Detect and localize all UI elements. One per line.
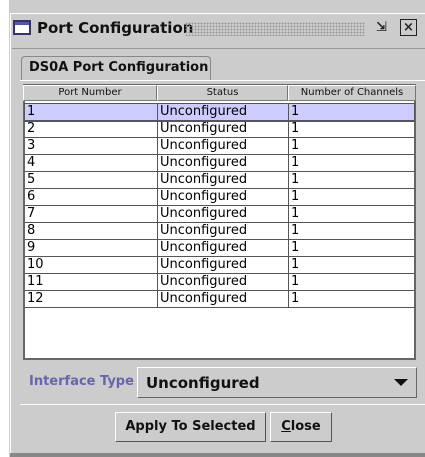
port-number-cell: 1 bbox=[25, 104, 158, 120]
channels-cell: 1 bbox=[291, 291, 300, 306]
table-row[interactable]: 3 Unconfigured 1 bbox=[25, 138, 414, 155]
window-icon bbox=[13, 20, 31, 35]
title-bar-grip bbox=[185, 22, 365, 36]
channels-cell: 1 bbox=[291, 223, 300, 238]
close-button[interactable]: Close bbox=[270, 412, 332, 442]
channels-cell: 1 bbox=[291, 206, 300, 221]
column-header-status[interactable]: Status bbox=[157, 85, 288, 101]
close-button-label: Close bbox=[281, 419, 321, 434]
port-number-cell: 6 bbox=[25, 189, 158, 205]
channels-cell: 1 bbox=[291, 155, 300, 170]
channels-cell: 1 bbox=[291, 121, 300, 136]
dropdown-arrow-icon bbox=[394, 379, 408, 386]
port-number-cell: 12 bbox=[25, 291, 158, 307]
channels-cell: 1 bbox=[291, 104, 300, 119]
status-cell: Unconfigured bbox=[158, 189, 289, 205]
port-number-cell: 2 bbox=[25, 121, 158, 137]
table-row[interactable]: 8 Unconfigured 1 bbox=[25, 223, 414, 240]
status-cell: Unconfigured bbox=[158, 291, 289, 307]
column-header-number-of-channels[interactable]: Number of Channels bbox=[288, 85, 416, 101]
desktop-edge bbox=[0, 0, 9, 457]
status-cell: Unconfigured bbox=[158, 274, 289, 290]
title-divider bbox=[12, 48, 425, 49]
table-row[interactable]: 6 Unconfigured 1 bbox=[25, 189, 414, 206]
port-number-cell: 7 bbox=[25, 206, 158, 222]
interface-type-select[interactable]: Unconfigured bbox=[137, 367, 417, 398]
channels-cell: 1 bbox=[291, 138, 300, 153]
interface-type-label: Interface Type bbox=[29, 374, 134, 389]
port-number-cell: 3 bbox=[25, 138, 158, 154]
status-cell: Unconfigured bbox=[158, 257, 289, 273]
port-number-cell: 8 bbox=[25, 223, 158, 239]
table-row[interactable]: 5 Unconfigured 1 bbox=[25, 172, 414, 189]
port-number-cell: 11 bbox=[25, 274, 158, 290]
table-row[interactable]: 1 Unconfigured 1 bbox=[24, 103, 415, 122]
interface-type-value: Unconfigured bbox=[146, 374, 260, 392]
status-cell: Unconfigured bbox=[158, 172, 289, 188]
table-row[interactable]: 4 Unconfigured 1 bbox=[25, 155, 414, 172]
button-separator bbox=[20, 404, 425, 405]
channels-cell: 1 bbox=[291, 240, 300, 255]
table-row[interactable]: 11 Unconfigured 1 bbox=[25, 274, 414, 291]
port-number-cell: 10 bbox=[25, 257, 158, 273]
status-cell: Unconfigured bbox=[158, 155, 289, 171]
status-cell: Unconfigured bbox=[158, 223, 289, 239]
channels-cell: 1 bbox=[291, 172, 300, 187]
close-icon[interactable]: × bbox=[400, 19, 417, 36]
restore-icon[interactable]: ⇲ bbox=[376, 20, 394, 36]
status-cell: Unconfigured bbox=[158, 104, 289, 120]
port-number-cell: 4 bbox=[25, 155, 158, 171]
channels-cell: 1 bbox=[291, 257, 300, 272]
status-cell: Unconfigured bbox=[158, 206, 289, 222]
status-cell: Unconfigured bbox=[158, 121, 289, 137]
tab-ds0a-port-configuration[interactable]: DS0A Port Configuration bbox=[21, 56, 211, 80]
column-header-port-number[interactable]: Port Number bbox=[23, 85, 157, 101]
table-row[interactable]: 12 Unconfigured 1 bbox=[25, 291, 414, 308]
table-row[interactable]: 7 Unconfigured 1 bbox=[25, 206, 414, 223]
port-number-cell: 5 bbox=[25, 172, 158, 188]
table-row[interactable]: 2 Unconfigured 1 bbox=[25, 121, 414, 138]
window-title: Port Configuration bbox=[37, 19, 194, 37]
status-cell: Unconfigured bbox=[158, 240, 289, 256]
channels-cell: 1 bbox=[291, 189, 300, 204]
window-bottom-edge bbox=[10, 453, 425, 457]
table-row[interactable]: 9 Unconfigured 1 bbox=[25, 240, 414, 257]
port-number-cell: 9 bbox=[25, 240, 158, 256]
table-body: 1 Unconfigured 1 2 Unconfigured 1 3 Unconfigure… bbox=[24, 103, 415, 308]
status-cell: Unconfigured bbox=[158, 138, 289, 154]
table-header: Port Number Status Number of Channels bbox=[23, 85, 416, 102]
apply-to-selected-button[interactable]: Apply To Selected bbox=[115, 412, 266, 442]
table-row[interactable]: 10 Unconfigured 1 bbox=[25, 257, 414, 274]
channels-cell: 1 bbox=[291, 274, 300, 289]
